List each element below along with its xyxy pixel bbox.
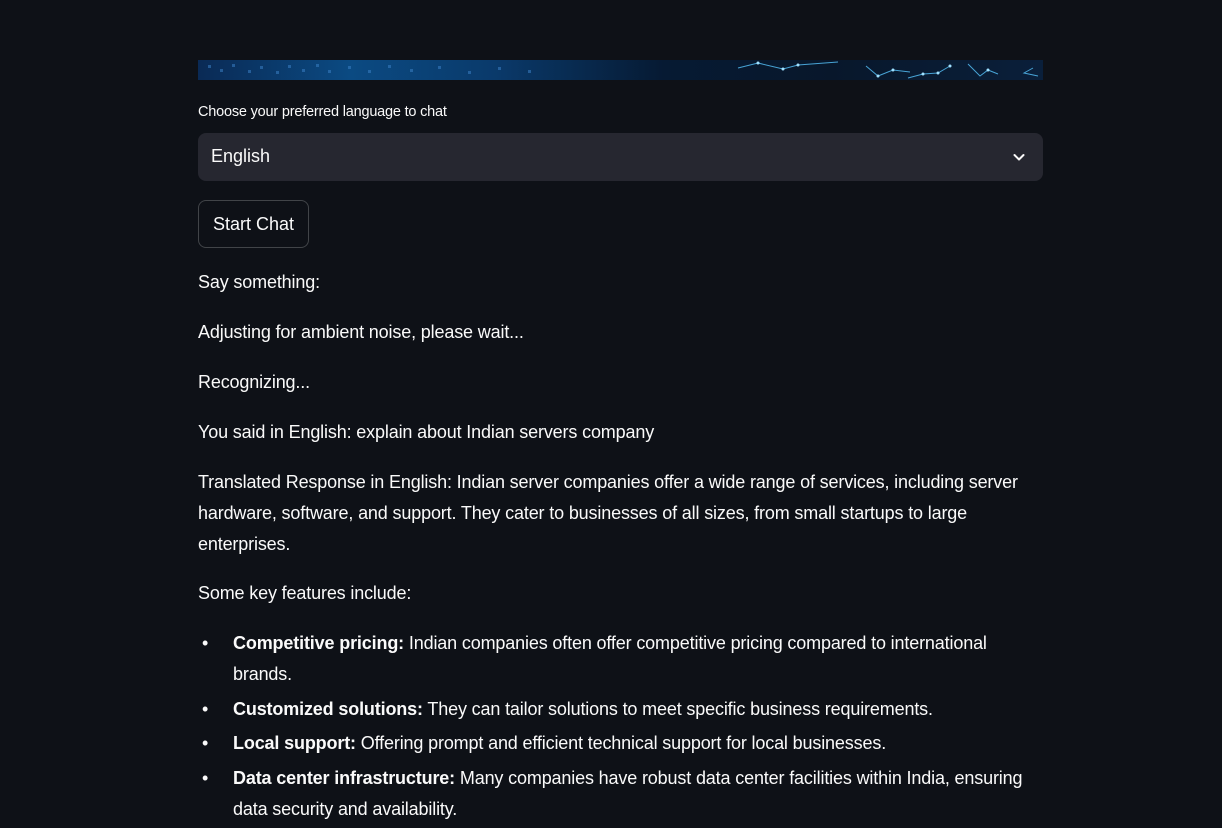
list-item: • Competitive pricing: Indian companies o…: [198, 628, 1043, 690]
start-chat-button[interactable]: Start Chat: [198, 200, 310, 248]
chevron-down-icon: [1013, 154, 1025, 161]
main-content: Choose your preferred language to chat E…: [198, 0, 1043, 827]
language-select[interactable]: English: [198, 133, 1043, 181]
bullet-icon: •: [202, 698, 209, 719]
status-adjusting-noise: Adjusting for ambient noise, please wait…: [198, 322, 524, 342]
language-select-value: English: [211, 146, 271, 166]
feature-title: Local support:: [233, 733, 356, 753]
feature-title: Data center infrastructure:: [233, 767, 456, 788]
list-item: • Local support: Offering prompt and effi…: [198, 728, 1043, 759]
translated-response: Translated Response in English: Indian s…: [198, 472, 1018, 554]
key-features-intro: Some key features include:: [198, 583, 412, 603]
feature-title: Customized solutions:: [233, 698, 423, 719]
bullet-icon: •: [202, 733, 209, 753]
bullet-icon: •: [202, 767, 209, 788]
list-item: • Customized solutions: They can tailor s…: [198, 694, 1043, 725]
header-banner-image: [198, 60, 1043, 80]
status-recognizing: Recognizing...: [198, 372, 310, 392]
status-say-something: Say something:: [198, 272, 320, 292]
language-select-label: Choose your preferred language to chat: [198, 104, 447, 120]
feature-text: Offering prompt and efficient technical …: [355, 733, 887, 753]
user-transcript: You said in English: explain about India…: [198, 422, 655, 442]
key-features-list: • Competitive pricing: Indian companies o…: [198, 628, 1043, 828]
feature-title: Competitive pricing:: [233, 633, 405, 653]
feature-text: They can tailor solutions to meet specif…: [422, 698, 933, 719]
bullet-icon: •: [202, 633, 209, 653]
list-item: • Data center infrastructure: Many compan…: [198, 763, 1043, 825]
